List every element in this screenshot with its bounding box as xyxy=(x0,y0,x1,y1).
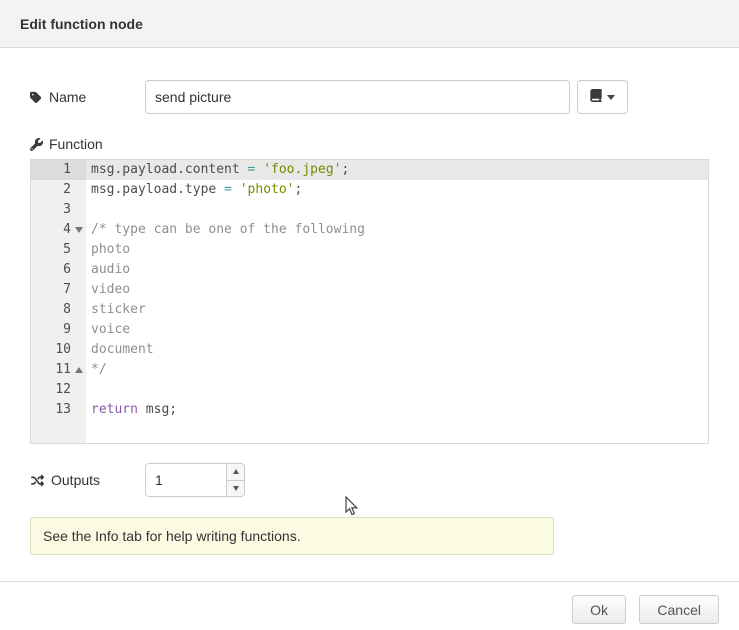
code-token: = xyxy=(224,182,232,197)
code-token: document xyxy=(91,342,154,357)
editor-lines: msg.payload.content = 'foo.jpeg';msg.pay… xyxy=(86,160,708,443)
gutter-line-number[interactable]: 6 xyxy=(31,260,86,280)
dialog-footer: Ok Cancel xyxy=(0,581,739,624)
code-token: audio xyxy=(91,262,130,277)
code-token: /* type can be one of the following xyxy=(91,222,365,237)
outputs-input[interactable] xyxy=(146,464,226,496)
dialog-header: Edit function node xyxy=(0,0,739,48)
code-line[interactable]: /* type can be one of the following xyxy=(86,220,708,240)
wrench-icon xyxy=(30,138,43,151)
gutter-line-number[interactable]: 11 xyxy=(31,360,86,380)
code-token: */ xyxy=(91,362,107,377)
code-line[interactable]: msg.payload.content = 'foo.jpeg'; xyxy=(86,160,708,180)
spinner-buttons xyxy=(226,464,244,496)
outputs-spinner xyxy=(145,463,245,497)
outputs-row: Outputs xyxy=(30,463,709,497)
gutter-line-number[interactable]: 10 xyxy=(31,340,86,360)
code-token: return xyxy=(91,402,138,417)
gutter-line-number[interactable]: 5 xyxy=(31,240,86,260)
fold-end-icon[interactable] xyxy=(75,367,83,373)
code-token: msg; xyxy=(138,402,177,417)
name-row: Name xyxy=(30,80,709,114)
book-icon xyxy=(590,89,602,105)
gutter-line-number[interactable]: 7 xyxy=(31,280,86,300)
code-token: ; xyxy=(295,182,303,197)
spinner-up-icon xyxy=(233,469,239,474)
code-line[interactable] xyxy=(86,200,708,220)
code-line[interactable] xyxy=(86,380,708,400)
code-token: msg.payload.content xyxy=(91,162,248,177)
fold-start-icon[interactable] xyxy=(75,227,83,233)
code-token: 'foo.jpeg' xyxy=(263,162,341,177)
gutter-line-number[interactable]: 4 xyxy=(31,220,86,240)
code-line[interactable]: */ xyxy=(86,360,708,380)
code-token: msg.payload.type xyxy=(91,182,224,197)
spinner-down-button[interactable] xyxy=(227,481,244,497)
function-label-row: Function xyxy=(30,136,709,152)
dialog-body: Name Function 12345678910111213 msg.payl… xyxy=(0,48,739,555)
gutter-line-number[interactable]: 1 xyxy=(31,160,86,180)
spinner-up-button[interactable] xyxy=(227,464,244,481)
caret-down-icon xyxy=(607,95,615,100)
code-line[interactable]: voice xyxy=(86,320,708,340)
gutter-line-number[interactable]: 13 xyxy=(31,400,86,420)
library-button[interactable] xyxy=(577,80,628,114)
name-label: Name xyxy=(30,89,145,105)
code-line[interactable]: sticker xyxy=(86,300,708,320)
code-line[interactable]: video xyxy=(86,280,708,300)
tag-icon xyxy=(30,91,43,104)
code-line[interactable]: photo xyxy=(86,240,708,260)
dialog-title: Edit function node xyxy=(20,16,143,32)
outputs-label: Outputs xyxy=(30,472,145,488)
code-line[interactable]: return msg; xyxy=(86,400,708,420)
gutter-line-number[interactable]: 12 xyxy=(31,380,86,400)
code-token: voice xyxy=(91,322,130,337)
code-line[interactable]: msg.payload.type = 'photo'; xyxy=(86,180,708,200)
info-tip: See the Info tab for help writing functi… xyxy=(30,517,554,555)
code-line[interactable]: audio xyxy=(86,260,708,280)
name-input[interactable] xyxy=(145,80,570,114)
gutter-line-number[interactable]: 8 xyxy=(31,300,86,320)
shuffle-icon xyxy=(30,474,45,487)
editor-gutter: 12345678910111213 xyxy=(31,160,86,443)
outputs-label-text: Outputs xyxy=(51,472,100,488)
code-token: photo xyxy=(91,242,130,257)
ok-button[interactable]: Ok xyxy=(572,595,626,624)
gutter-line-number[interactable]: 9 xyxy=(31,320,86,340)
gutter-line-number[interactable]: 2 xyxy=(31,180,86,200)
spinner-down-icon xyxy=(233,486,239,491)
name-label-text: Name xyxy=(49,89,86,105)
code-token: sticker xyxy=(91,302,146,317)
edit-function-node-dialog: Edit function node Name Function xyxy=(0,0,739,630)
cancel-button[interactable]: Cancel xyxy=(639,595,719,624)
code-token: ; xyxy=(341,162,349,177)
code-line[interactable]: document xyxy=(86,340,708,360)
function-code-editor[interactable]: 12345678910111213 msg.payload.content = … xyxy=(30,159,709,444)
function-label: Function xyxy=(49,136,103,152)
gutter-line-number[interactable]: 3 xyxy=(31,200,86,220)
code-token: 'photo' xyxy=(240,182,295,197)
info-tip-text: See the Info tab for help writing functi… xyxy=(43,528,301,544)
code-token xyxy=(232,182,240,197)
code-token: video xyxy=(91,282,130,297)
